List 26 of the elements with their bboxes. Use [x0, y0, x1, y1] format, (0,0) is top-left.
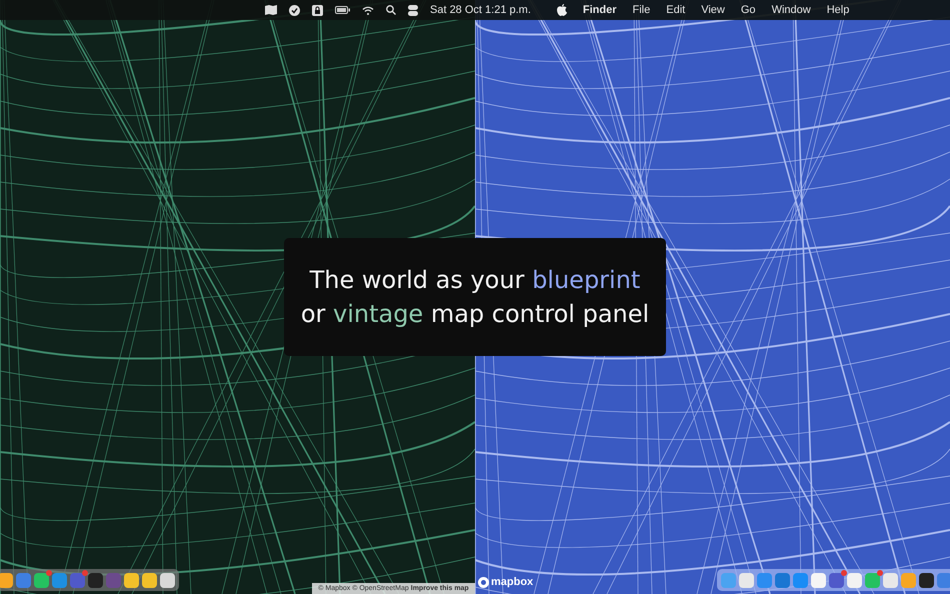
menu-item[interactable]: Window: [770, 4, 813, 16]
clock[interactable]: Sat 28 Oct 1:21 p.m.: [430, 4, 531, 16]
app-icon[interactable]: [124, 572, 139, 588]
app-icon[interactable]: [142, 572, 157, 588]
headline: The world as your blueprint or vintage map control panel: [300, 265, 650, 330]
wifi-icon[interactable]: [362, 6, 374, 14]
menu-item[interactable]: Edit: [664, 4, 688, 16]
app-icon[interactable]: [88, 572, 103, 588]
apple-icon[interactable]: [556, 4, 567, 16]
app-icon[interactable]: [34, 572, 49, 588]
menu-item[interactable]: View: [699, 4, 727, 16]
menu-item[interactable]: Help: [824, 4, 852, 16]
mapbox-logo-icon: [478, 576, 489, 588]
lock-icon[interactable]: [312, 4, 323, 16]
search-icon[interactable]: [386, 5, 396, 15]
battery-icon[interactable]: [335, 6, 350, 14]
app-icon[interactable]: [919, 572, 934, 588]
app-menu[interactable]: Finder: [580, 4, 619, 16]
toggles-icon[interactable]: [408, 4, 418, 16]
menu-item[interactable]: Go: [738, 4, 758, 16]
app-icon[interactable]: [160, 572, 175, 588]
map-icon[interactable]: [265, 5, 277, 15]
app-icon[interactable]: [0, 572, 13, 588]
menu-item[interactable]: File: [630, 4, 652, 16]
mapbox-logo: mapbox: [491, 576, 534, 588]
check-circle-icon[interactable]: [289, 4, 300, 16]
